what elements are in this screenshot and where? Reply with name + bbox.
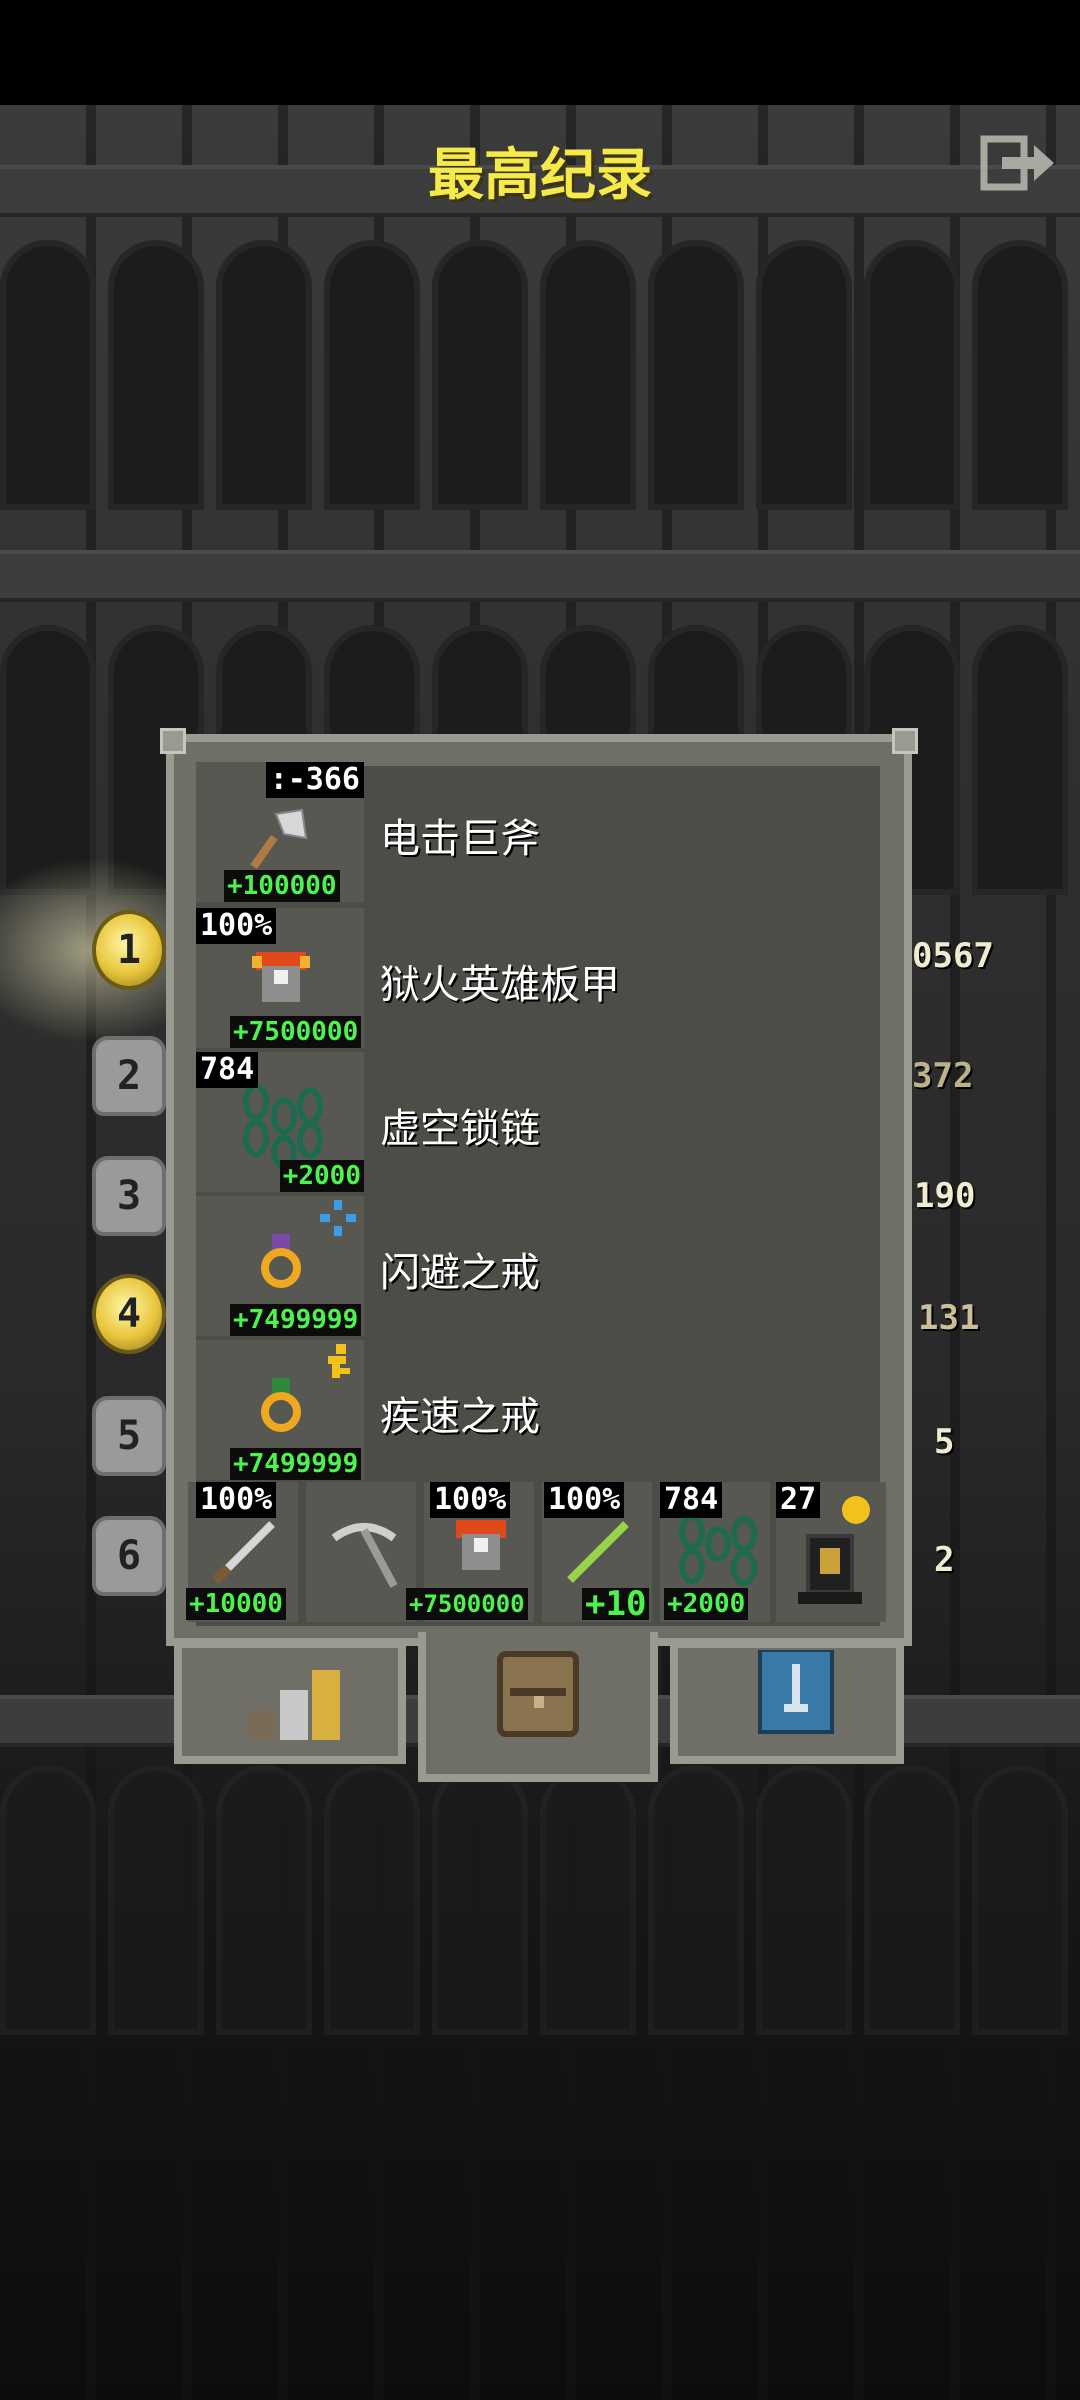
record-value-5: 5: [934, 1422, 955, 1462]
wand-icon: [567, 1521, 629, 1583]
item-bonus-badge: +100000: [224, 870, 340, 902]
exit-icon[interactable]: [980, 135, 1056, 191]
item-row-3[interactable]: 784 +2000 虚空锁链: [196, 1052, 876, 1192]
item-row-2[interactable]: 100% +7500000 狱火英雄板甲: [196, 908, 876, 1048]
sword-icon: [212, 1521, 275, 1584]
tab-stats[interactable]: [174, 1640, 406, 1764]
quickslot-1[interactable]: 100% +10000: [186, 1482, 298, 1622]
quickslot-4[interactable]: 100% +10: [542, 1482, 652, 1622]
rank-badge-3[interactable]: 3: [92, 1156, 166, 1236]
record-value-4: 131: [918, 1298, 980, 1338]
item-name: 狱火英雄板甲: [380, 962, 620, 1008]
item-row-4[interactable]: +7499999 闪避之戒: [196, 1196, 876, 1336]
tab-inventory[interactable]: [418, 1632, 658, 1782]
stats-bars-icon: [248, 1670, 340, 1740]
record-value-3: 190: [914, 1176, 976, 1216]
evasion-icon: [320, 1200, 356, 1236]
quickslot-2[interactable]: [306, 1482, 416, 1622]
pickaxe-icon: [331, 1523, 398, 1588]
rank-badge-1[interactable]: 1: [92, 910, 166, 990]
rank-badge-5[interactable]: 5: [92, 1396, 166, 1476]
arches-row: [0, 1765, 1080, 2035]
panel-corner: [160, 728, 186, 754]
quickslot-level: 100%: [544, 1482, 625, 1518]
quickslot-bonus: +2000: [664, 1588, 749, 1620]
quickslot-level: 100%: [196, 1482, 277, 1518]
item-row-5[interactable]: +7499999 疾速之戒: [196, 1340, 876, 1480]
quickslot-3[interactable]: 100% +7500000: [406, 1482, 534, 1622]
page-title: 最高纪录: [428, 143, 652, 208]
record-value-1: 0567: [912, 936, 994, 976]
rank-badge-6[interactable]: 6: [92, 1516, 166, 1596]
quickslot-level: 100%: [430, 1482, 511, 1518]
plate-armor-icon: [252, 952, 310, 1002]
item-slot[interactable]: 784 +2000: [196, 1052, 364, 1192]
panel-corner: [892, 728, 918, 754]
record-value-6: 2: [934, 1540, 955, 1580]
record-value-2: 372: [912, 1056, 974, 1096]
quickslot-bonus: +10000: [186, 1588, 286, 1620]
axe-icon: [250, 808, 308, 870]
item-slot[interactable]: +7499999: [196, 1196, 364, 1336]
chains-icon: [243, 1083, 323, 1169]
quickslot-level: 784: [660, 1482, 723, 1518]
rank-badge-2[interactable]: 2: [92, 1036, 166, 1116]
backpack-icon: [497, 1651, 579, 1737]
item-bonus-badge: +7499999: [230, 1448, 362, 1480]
item-row-1[interactable]: :-366 +100000 电击巨斧: [196, 762, 876, 902]
quickslot-bonus: +7500000: [406, 1588, 528, 1620]
item-level-badge: 784: [196, 1052, 259, 1088]
item-slot[interactable]: :-366 +100000: [196, 762, 364, 902]
stone-beam: [0, 550, 1080, 602]
item-name: 疾速之戒: [380, 1394, 540, 1440]
quickslot-count: 27: [776, 1482, 821, 1518]
ring-icon: [261, 1234, 301, 1288]
talent-icon: [758, 1650, 834, 1734]
plate-armor-icon: [456, 1520, 506, 1570]
quickslot-5[interactable]: 784 +2000: [660, 1482, 770, 1622]
chains-icon: [679, 1514, 757, 1586]
ring-icon: [261, 1378, 301, 1432]
arches-row: [0, 240, 1080, 510]
quickslot-bonus: +10: [582, 1587, 650, 1621]
tab-bar: [166, 1632, 912, 1782]
item-level-badge: 100%: [196, 908, 277, 944]
item-bonus-badge: +7499999: [230, 1304, 362, 1336]
item-slot[interactable]: +7499999: [196, 1340, 364, 1480]
item-name: 虚空锁链: [380, 1106, 540, 1152]
item-bonus-badge: +2000: [279, 1160, 364, 1192]
item-name: 闪避之戒: [380, 1250, 540, 1296]
item-name: 电击巨斧: [380, 816, 540, 862]
item-level-badge: :-366: [265, 762, 364, 798]
rank-badge-4[interactable]: 4: [92, 1274, 166, 1354]
item-slot[interactable]: 100% +7500000: [196, 908, 364, 1048]
tab-talents[interactable]: [670, 1640, 904, 1764]
item-bonus-badge: +7500000: [230, 1016, 362, 1048]
haste-icon: [328, 1344, 350, 1378]
quickslot-6[interactable]: 27: [776, 1482, 886, 1622]
